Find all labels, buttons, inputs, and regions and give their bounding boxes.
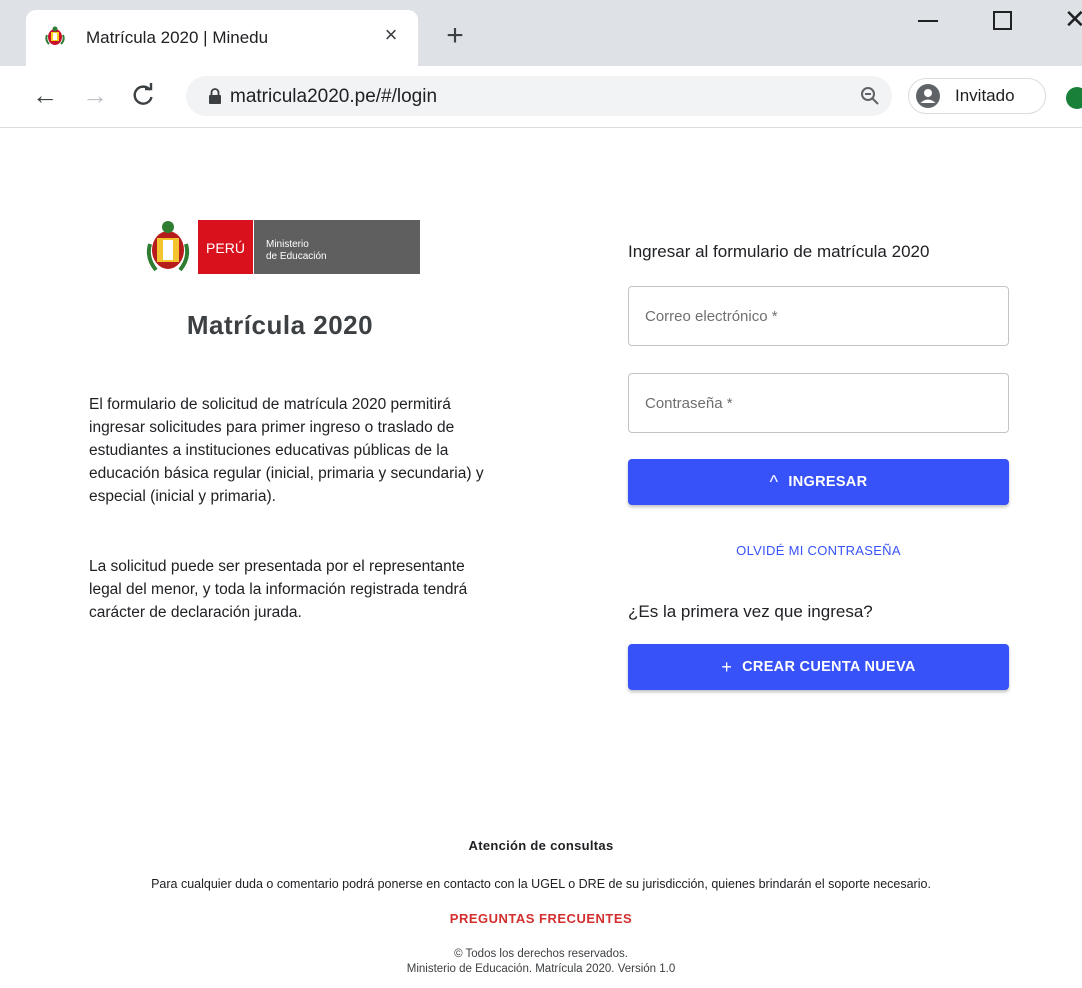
minedu-logo: PERÚ Ministerio de Educación bbox=[146, 220, 420, 274]
plus-icon: + bbox=[721, 656, 733, 677]
password-field[interactable] bbox=[628, 373, 1009, 433]
form-heading: Ingresar al formulario de matrícula 2020 bbox=[628, 242, 930, 261]
password-input[interactable] bbox=[629, 374, 1008, 432]
reload-icon[interactable] bbox=[128, 80, 158, 110]
description-paragraph-1: El formulario de solicitud de matrícula … bbox=[89, 396, 484, 505]
login-button[interactable]: ^ INGRESAR bbox=[628, 459, 1009, 505]
back-arrow-icon[interactable]: ← bbox=[30, 80, 60, 110]
create-account-button[interactable]: + CREAR CUENTA NUEVA bbox=[628, 644, 1009, 690]
login-button-label: INGRESAR bbox=[788, 474, 868, 490]
version-text: Ministerio de Educación. Matrícula 2020.… bbox=[406, 963, 676, 975]
faq-link[interactable]: PREGUNTAS FRECUENTES bbox=[0, 911, 1082, 926]
first-time-question: ¿Es la primera vez que ingresa? bbox=[628, 602, 873, 621]
profile-name: Invitado bbox=[955, 86, 1015, 105]
window-maximize-button[interactable] bbox=[993, 11, 1012, 30]
guest-avatar-icon bbox=[916, 84, 940, 108]
browser-tab[interactable]: Matrícula 2020 | Minedu × bbox=[26, 10, 418, 66]
window-close-button[interactable]: ✕ bbox=[1064, 6, 1082, 32]
peru-crest-favicon-icon bbox=[45, 26, 65, 45]
email-field[interactable] bbox=[628, 286, 1009, 346]
page-title: Matrícula 2020 bbox=[186, 310, 374, 340]
new-tab-button[interactable]: + bbox=[441, 21, 469, 51]
peru-coat-of-arms-icon bbox=[146, 221, 190, 272]
url-text: matricula2020.pe/#/login bbox=[230, 86, 438, 107]
description-paragraph-2: La solicitud puede ser presentada por el… bbox=[89, 558, 468, 621]
logo-ministry-line2: de Educación bbox=[266, 251, 327, 262]
footer-title: Atención de consultas bbox=[468, 838, 614, 853]
logo-ministry-line1: Ministerio bbox=[266, 239, 309, 250]
tab-title: Matrícula 2020 | Minedu bbox=[86, 28, 269, 47]
create-account-label: CREAR CUENTA NUEVA bbox=[742, 659, 916, 675]
footer-contact-text: Para cualquier duda o comentario podrá p… bbox=[151, 877, 931, 891]
forgot-password-link[interactable]: OLVIDÉ MI CONTRASEÑA bbox=[628, 543, 1009, 558]
address-bar[interactable]: matricula2020.pe/#/login bbox=[186, 76, 892, 116]
zoom-out-icon[interactable] bbox=[860, 86, 880, 106]
browser-toolbar: ← → matricula2020.pe/#/login Invitado bbox=[0, 66, 1082, 128]
extension-icon[interactable] bbox=[1066, 87, 1082, 109]
lock-icon bbox=[209, 88, 221, 104]
email-input[interactable] bbox=[629, 287, 1008, 345]
window-minimize-button[interactable] bbox=[918, 20, 938, 22]
browser-tab-strip: Matrícula 2020 | Minedu × + ✕ bbox=[0, 0, 1082, 66]
chevron-up-icon: ^ bbox=[769, 471, 779, 492]
logo-country: PERÚ bbox=[206, 240, 245, 256]
forward-arrow-icon[interactable]: → bbox=[80, 80, 110, 110]
profile-button[interactable]: Invitado bbox=[908, 78, 1046, 114]
copyright-text: © Todos los derechos reservados. bbox=[454, 948, 628, 960]
tab-close-icon[interactable]: × bbox=[379, 23, 403, 47]
